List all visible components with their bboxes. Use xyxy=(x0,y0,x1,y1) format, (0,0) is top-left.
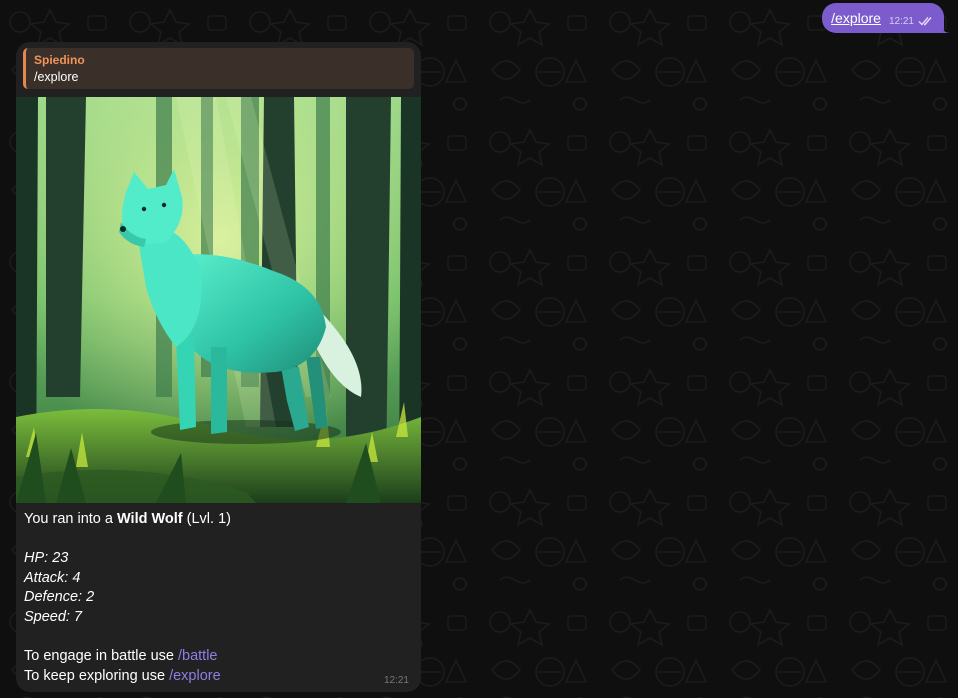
battle-instruction-text: To engage in battle use xyxy=(24,648,178,665)
bubble-tail xyxy=(941,23,951,33)
monster-name: Wild Wolf xyxy=(116,511,183,527)
stat-attack: Attack: 4 xyxy=(24,569,411,589)
encounter-message: You ran into a Wild Wolf (Lvl. 1) HP: 23… xyxy=(24,510,411,686)
stat-hp: HP: 23 xyxy=(24,549,411,569)
explore-instruction: To keep exploring use /explore xyxy=(24,667,411,687)
stat-hp-text: HP: 23 xyxy=(24,550,69,567)
monster-level: (Lvl. 1) xyxy=(182,511,231,527)
double-check-icon xyxy=(918,17,932,26)
battle-command-link[interactable]: /battle xyxy=(178,648,218,664)
reply-quote[interactable]: Spiedino /explore xyxy=(23,48,414,89)
outgoing-command-text[interactable]: /explore xyxy=(831,10,881,26)
outgoing-message-meta: 12:21 xyxy=(889,16,934,27)
reply-text: /explore xyxy=(34,70,79,84)
explore-instruction-text: To keep exploring use xyxy=(24,667,170,684)
wolf-in-forest-illustration[interactable] xyxy=(16,97,421,503)
stat-defence-text: Defence: 2 xyxy=(24,589,95,606)
incoming-message-time: 12:21 xyxy=(383,675,409,686)
stat-speed: Speed: 7 xyxy=(24,608,411,628)
outgoing-message-time: 12:21 xyxy=(888,15,914,27)
explore-command-link[interactable]: /explore xyxy=(169,668,221,684)
stat-attack-text: Attack: 4 xyxy=(24,569,81,586)
encounter-prefix: You ran into a xyxy=(24,511,117,527)
incoming-message-bubble[interactable]: Spiedino /explore You ran into a Wild Wo… xyxy=(16,42,421,692)
stat-defence: Defence: 2 xyxy=(24,588,411,608)
stat-speed-text: Speed: 7 xyxy=(24,608,83,625)
encounter-line: You ran into a Wild Wolf (Lvl. 1) xyxy=(24,510,411,530)
outgoing-message-bubble[interactable]: /explore 12:21 xyxy=(822,3,951,33)
reply-sender: Spiedino xyxy=(34,53,85,67)
battle-instruction: To engage in battle use /battle xyxy=(24,647,411,667)
